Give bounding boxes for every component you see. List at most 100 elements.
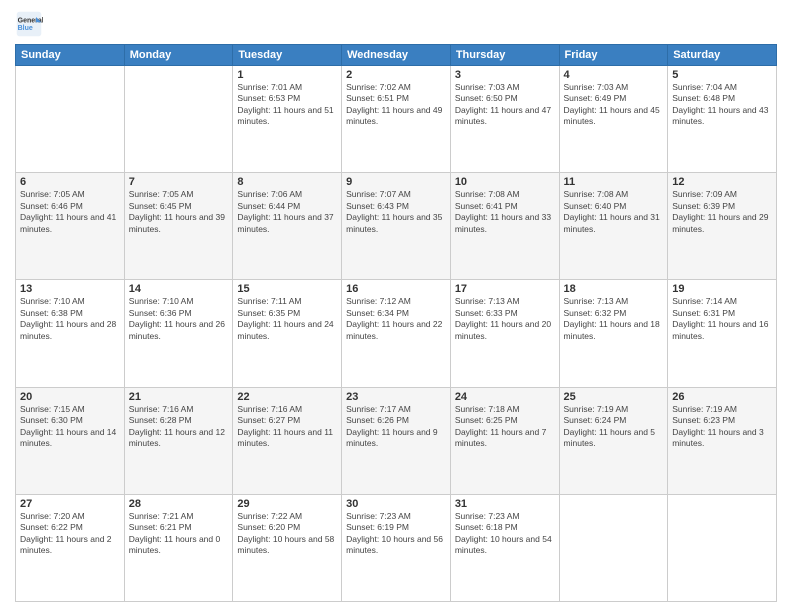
calendar-cell: 23Sunrise: 7:17 AM Sunset: 6:26 PM Dayli… (342, 387, 451, 494)
day-info: Sunrise: 7:17 AM Sunset: 6:26 PM Dayligh… (346, 404, 446, 450)
calendar-header-row: SundayMondayTuesdayWednesdayThursdayFrid… (16, 45, 777, 66)
day-number: 31 (455, 498, 555, 510)
day-info: Sunrise: 7:07 AM Sunset: 6:43 PM Dayligh… (346, 189, 446, 235)
day-header-monday: Monday (124, 45, 233, 66)
calendar-cell: 28Sunrise: 7:21 AM Sunset: 6:21 PM Dayli… (124, 494, 233, 601)
day-number: 14 (129, 283, 229, 295)
day-number: 11 (564, 176, 664, 188)
day-info: Sunrise: 7:02 AM Sunset: 6:51 PM Dayligh… (346, 82, 446, 128)
day-number: 1 (237, 69, 337, 81)
day-number: 19 (672, 283, 772, 295)
day-info: Sunrise: 7:23 AM Sunset: 6:19 PM Dayligh… (346, 511, 446, 557)
day-info: Sunrise: 7:19 AM Sunset: 6:23 PM Dayligh… (672, 404, 772, 450)
day-number: 7 (129, 176, 229, 188)
day-header-thursday: Thursday (450, 45, 559, 66)
day-header-sunday: Sunday (16, 45, 125, 66)
day-number: 27 (20, 498, 120, 510)
day-info: Sunrise: 7:14 AM Sunset: 6:31 PM Dayligh… (672, 296, 772, 342)
day-number: 25 (564, 391, 664, 403)
calendar-cell: 7Sunrise: 7:05 AM Sunset: 6:45 PM Daylig… (124, 173, 233, 280)
day-number: 16 (346, 283, 446, 295)
day-number: 5 (672, 69, 772, 81)
day-number: 29 (237, 498, 337, 510)
day-info: Sunrise: 7:10 AM Sunset: 6:36 PM Dayligh… (129, 296, 229, 342)
calendar-week-5: 27Sunrise: 7:20 AM Sunset: 6:22 PM Dayli… (16, 494, 777, 601)
day-info: Sunrise: 7:11 AM Sunset: 6:35 PM Dayligh… (237, 296, 337, 342)
day-number: 15 (237, 283, 337, 295)
day-number: 17 (455, 283, 555, 295)
logo: General Blue (15, 10, 47, 38)
calendar-cell: 11Sunrise: 7:08 AM Sunset: 6:40 PM Dayli… (559, 173, 668, 280)
day-info: Sunrise: 7:20 AM Sunset: 6:22 PM Dayligh… (20, 511, 120, 557)
day-info: Sunrise: 7:03 AM Sunset: 6:49 PM Dayligh… (564, 82, 664, 128)
calendar-cell (124, 66, 233, 173)
day-info: Sunrise: 7:05 AM Sunset: 6:46 PM Dayligh… (20, 189, 120, 235)
calendar-cell: 27Sunrise: 7:20 AM Sunset: 6:22 PM Dayli… (16, 494, 125, 601)
calendar-week-4: 20Sunrise: 7:15 AM Sunset: 6:30 PM Dayli… (16, 387, 777, 494)
day-info: Sunrise: 7:06 AM Sunset: 6:44 PM Dayligh… (237, 189, 337, 235)
day-number: 21 (129, 391, 229, 403)
calendar-cell: 24Sunrise: 7:18 AM Sunset: 6:25 PM Dayli… (450, 387, 559, 494)
day-info: Sunrise: 7:12 AM Sunset: 6:34 PM Dayligh… (346, 296, 446, 342)
day-number: 22 (237, 391, 337, 403)
calendar-cell: 1Sunrise: 7:01 AM Sunset: 6:53 PM Daylig… (233, 66, 342, 173)
header: General Blue (15, 10, 777, 38)
day-info: Sunrise: 7:08 AM Sunset: 6:40 PM Dayligh… (564, 189, 664, 235)
day-info: Sunrise: 7:19 AM Sunset: 6:24 PM Dayligh… (564, 404, 664, 450)
calendar-cell: 5Sunrise: 7:04 AM Sunset: 6:48 PM Daylig… (668, 66, 777, 173)
calendar-cell: 8Sunrise: 7:06 AM Sunset: 6:44 PM Daylig… (233, 173, 342, 280)
day-info: Sunrise: 7:16 AM Sunset: 6:28 PM Dayligh… (129, 404, 229, 450)
calendar-cell: 16Sunrise: 7:12 AM Sunset: 6:34 PM Dayli… (342, 280, 451, 387)
day-number: 9 (346, 176, 446, 188)
calendar-cell: 31Sunrise: 7:23 AM Sunset: 6:18 PM Dayli… (450, 494, 559, 601)
day-number: 28 (129, 498, 229, 510)
day-info: Sunrise: 7:18 AM Sunset: 6:25 PM Dayligh… (455, 404, 555, 450)
logo-icon: General Blue (15, 10, 43, 38)
day-info: Sunrise: 7:16 AM Sunset: 6:27 PM Dayligh… (237, 404, 337, 450)
calendar-cell: 6Sunrise: 7:05 AM Sunset: 6:46 PM Daylig… (16, 173, 125, 280)
day-number: 30 (346, 498, 446, 510)
calendar-cell: 29Sunrise: 7:22 AM Sunset: 6:20 PM Dayli… (233, 494, 342, 601)
day-number: 10 (455, 176, 555, 188)
calendar-cell: 26Sunrise: 7:19 AM Sunset: 6:23 PM Dayli… (668, 387, 777, 494)
day-info: Sunrise: 7:01 AM Sunset: 6:53 PM Dayligh… (237, 82, 337, 128)
day-info: Sunrise: 7:10 AM Sunset: 6:38 PM Dayligh… (20, 296, 120, 342)
day-info: Sunrise: 7:15 AM Sunset: 6:30 PM Dayligh… (20, 404, 120, 450)
calendar-cell (16, 66, 125, 173)
calendar-cell: 14Sunrise: 7:10 AM Sunset: 6:36 PM Dayli… (124, 280, 233, 387)
calendar-cell: 25Sunrise: 7:19 AM Sunset: 6:24 PM Dayli… (559, 387, 668, 494)
svg-text:Blue: Blue (18, 25, 33, 32)
day-number: 24 (455, 391, 555, 403)
day-info: Sunrise: 7:23 AM Sunset: 6:18 PM Dayligh… (455, 511, 555, 557)
day-number: 20 (20, 391, 120, 403)
day-info: Sunrise: 7:22 AM Sunset: 6:20 PM Dayligh… (237, 511, 337, 557)
calendar-cell: 12Sunrise: 7:09 AM Sunset: 6:39 PM Dayli… (668, 173, 777, 280)
calendar-cell: 15Sunrise: 7:11 AM Sunset: 6:35 PM Dayli… (233, 280, 342, 387)
day-info: Sunrise: 7:13 AM Sunset: 6:33 PM Dayligh… (455, 296, 555, 342)
calendar-cell: 13Sunrise: 7:10 AM Sunset: 6:38 PM Dayli… (16, 280, 125, 387)
calendar-cell: 2Sunrise: 7:02 AM Sunset: 6:51 PM Daylig… (342, 66, 451, 173)
calendar-cell: 18Sunrise: 7:13 AM Sunset: 6:32 PM Dayli… (559, 280, 668, 387)
day-info: Sunrise: 7:04 AM Sunset: 6:48 PM Dayligh… (672, 82, 772, 128)
day-info: Sunrise: 7:21 AM Sunset: 6:21 PM Dayligh… (129, 511, 229, 557)
calendar-cell: 22Sunrise: 7:16 AM Sunset: 6:27 PM Dayli… (233, 387, 342, 494)
calendar-week-2: 6Sunrise: 7:05 AM Sunset: 6:46 PM Daylig… (16, 173, 777, 280)
day-header-wednesday: Wednesday (342, 45, 451, 66)
day-number: 12 (672, 176, 772, 188)
day-number: 2 (346, 69, 446, 81)
day-number: 26 (672, 391, 772, 403)
day-info: Sunrise: 7:05 AM Sunset: 6:45 PM Dayligh… (129, 189, 229, 235)
calendar-week-1: 1Sunrise: 7:01 AM Sunset: 6:53 PM Daylig… (16, 66, 777, 173)
day-info: Sunrise: 7:09 AM Sunset: 6:39 PM Dayligh… (672, 189, 772, 235)
day-info: Sunrise: 7:03 AM Sunset: 6:50 PM Dayligh… (455, 82, 555, 128)
day-number: 8 (237, 176, 337, 188)
calendar-week-3: 13Sunrise: 7:10 AM Sunset: 6:38 PM Dayli… (16, 280, 777, 387)
day-number: 18 (564, 283, 664, 295)
calendar-cell: 30Sunrise: 7:23 AM Sunset: 6:19 PM Dayli… (342, 494, 451, 601)
calendar-cell (668, 494, 777, 601)
day-number: 13 (20, 283, 120, 295)
day-info: Sunrise: 7:13 AM Sunset: 6:32 PM Dayligh… (564, 296, 664, 342)
calendar-cell (559, 494, 668, 601)
day-info: Sunrise: 7:08 AM Sunset: 6:41 PM Dayligh… (455, 189, 555, 235)
day-header-tuesday: Tuesday (233, 45, 342, 66)
